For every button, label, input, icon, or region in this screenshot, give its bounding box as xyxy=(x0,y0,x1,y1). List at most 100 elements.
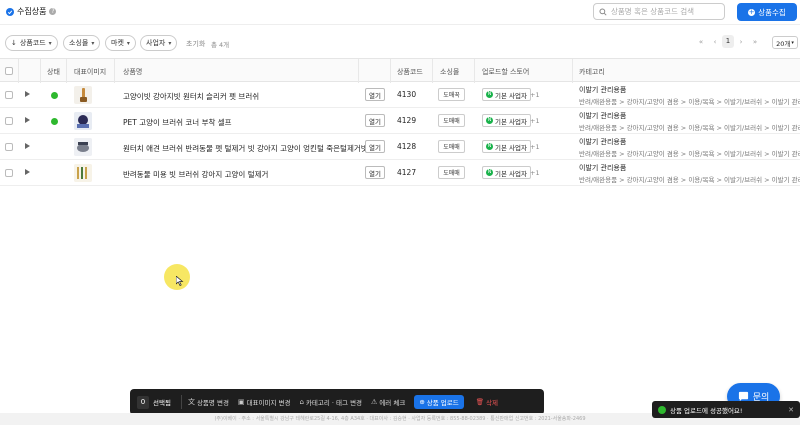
expand-icon[interactable] xyxy=(25,91,30,97)
search-icon xyxy=(599,7,607,16)
product-name[interactable]: 반려동물 미용 빗 브러쉬 강아지 고양이 털제거 xyxy=(123,169,268,180)
upload-store-badge[interactable]: N 기본 사업자 xyxy=(482,88,531,101)
chevron-down-icon: ▾ xyxy=(168,39,172,47)
search-box[interactable] xyxy=(593,3,725,20)
product-code: 4130 xyxy=(397,90,417,99)
product-name[interactable]: 원터치 애견 브러쉬 반려동물 펫 털제거 빗 강아지 고양이 엉킨털 죽은털제… xyxy=(123,143,368,154)
open-button[interactable]: 열기 xyxy=(365,88,385,101)
upload-store-badge[interactable]: N 기본 사업자 xyxy=(482,114,531,127)
category-title: 이발기 관리용품 xyxy=(579,86,627,94)
success-icon xyxy=(658,405,666,414)
category-title: 이발기 관리용품 xyxy=(579,138,627,146)
product-name[interactable]: 고양이빗 강아지빗 원터치 슬리커 펫 브러쉬 xyxy=(123,91,259,102)
table-row[interactable]: 고양이빗 강아지빗 원터치 슬리커 펫 브러쉬 열기 4130 도매꾹 N 기본… xyxy=(0,82,800,108)
row-checkbox[interactable] xyxy=(5,91,13,99)
product-thumbnail xyxy=(74,164,92,182)
product-code: 4129 xyxy=(397,116,417,125)
sort-dropdown[interactable]: ↓ 상품코드 ▾ xyxy=(5,35,58,51)
toast-message: 상품 업로드에 성공했어요! xyxy=(670,406,743,415)
open-button[interactable]: 열기 xyxy=(365,140,385,153)
current-page[interactable]: 1 xyxy=(722,35,734,48)
table-row[interactable]: 원터치 애견 브러쉬 반려동물 펫 털제거 빗 강아지 고양이 엉킨털 죽은털제… xyxy=(0,134,800,160)
filter-chip-label: 사업자 xyxy=(146,39,166,47)
rename-label: 상품명 변경 xyxy=(196,399,229,407)
filter-chip-label: 소싱몰 xyxy=(69,39,89,47)
change-image-button[interactable]: ▣ 대표이미지 변경 xyxy=(238,397,291,407)
open-button[interactable]: 열기 xyxy=(365,166,385,179)
filter-chip-market[interactable]: 마켓 ▾ xyxy=(105,35,136,51)
filter-chip-business[interactable]: 사업자 ▾ xyxy=(140,35,178,51)
change-category-tag-button[interactable]: ⌂ 카테고리 · 태그 변경 xyxy=(299,397,362,407)
collect-product-button[interactable]: + 상품수집 xyxy=(737,3,797,21)
total-count: 총 4개 xyxy=(211,41,230,49)
expand-icon[interactable] xyxy=(25,143,30,149)
expand-icon[interactable] xyxy=(25,117,30,123)
product-name[interactable]: PET 고양이 브러쉬 코너 부착 셀프 xyxy=(123,117,232,128)
top-bar: 수집상품 ? + 상품수집 xyxy=(0,0,800,25)
row-checkbox[interactable] xyxy=(5,117,13,125)
header-sourcing-mall: 소싱몰 xyxy=(440,68,460,76)
image-icon: ▣ xyxy=(237,398,245,406)
row-checkbox[interactable] xyxy=(5,143,13,151)
page-title: 수집상품 ? xyxy=(6,6,57,17)
first-page-icon[interactable]: « xyxy=(694,38,708,46)
collect-product-label: 상품수집 xyxy=(758,7,786,17)
change-category-tag-label: 카테고리 · 태그 변경 xyxy=(305,399,363,407)
pagination: « ‹ 1 › » xyxy=(694,35,762,48)
expand-icon[interactable] xyxy=(25,169,30,175)
store-label: 기본 사업자 xyxy=(495,143,527,152)
search-input[interactable] xyxy=(611,7,721,16)
header-product-code: 상품코드 xyxy=(397,68,423,76)
reset-filters-button[interactable]: 초기화 xyxy=(186,39,205,49)
store-label: 기본 사업자 xyxy=(495,117,527,126)
selected-label: 선택됨 xyxy=(153,399,171,407)
header-upload-store: 업로드할 스토어 xyxy=(482,68,530,76)
upload-store-badge[interactable]: N 기본 사업자 xyxy=(482,166,531,179)
upload-product-button[interactable]: ⊕ 상품 업로드 xyxy=(414,395,464,409)
trash-icon: 🗑 xyxy=(475,398,485,406)
bulk-action-bar: 0 선택됨 文 상품명 변경 ▣ 대표이미지 변경 ⌂ 카테고리 · 태그 변경… xyxy=(130,389,544,415)
close-icon[interactable]: ✕ xyxy=(788,406,794,414)
per-page-select[interactable]: 20개 ▾ xyxy=(772,36,798,49)
select-all-checkbox[interactable] xyxy=(5,67,13,75)
filter-chip-sourcing-mall[interactable]: 소싱몰 ▾ xyxy=(63,35,101,51)
naver-icon: N xyxy=(486,143,493,150)
last-page-icon[interactable]: » xyxy=(748,38,762,46)
store-extra-count: +1 xyxy=(530,169,540,177)
header-image: 대표이미지 xyxy=(74,68,107,76)
status-ok-icon xyxy=(51,118,58,125)
store-extra-count: +1 xyxy=(530,143,540,151)
naver-icon: N xyxy=(486,117,493,124)
product-code: 4128 xyxy=(397,142,417,151)
category-path: 반려/애완용품 > 강아지/고양이 겸용 > 이용/목욕 > 이발기/브러쉬 >… xyxy=(579,124,800,132)
delete-button[interactable]: 🗑 삭제 xyxy=(476,397,498,407)
help-icon[interactable]: ? xyxy=(49,8,57,15)
category-path: 반려/애완용품 > 강아지/고양이 겸용 > 이용/목욕 > 이발기/브러쉬 >… xyxy=(579,98,800,106)
product-code: 4127 xyxy=(397,168,417,177)
product-thumbnail xyxy=(74,86,92,104)
naver-icon: N xyxy=(486,91,493,98)
table-row[interactable]: 반려동물 미용 빗 브러쉬 강아지 고양이 털제거 열기 4127 도매매 N … xyxy=(0,160,800,186)
upload-store-badge[interactable]: N 기본 사업자 xyxy=(482,140,531,153)
filter-chip-label: 마켓 xyxy=(111,39,124,47)
store-label: 기본 사업자 xyxy=(495,169,527,178)
naver-icon: N xyxy=(486,169,493,176)
open-button[interactable]: 열기 xyxy=(365,114,385,127)
per-page-value: 20개 xyxy=(776,39,791,48)
sourcing-mall-badge: 도매꾹 xyxy=(438,88,465,101)
next-page-icon[interactable]: › xyxy=(734,38,748,46)
rename-button[interactable]: 文 상품명 변경 xyxy=(188,397,229,407)
plus-icon: + xyxy=(748,7,756,16)
filter-bar: ↓ 상품코드 ▾ 소싱몰 ▾ 마켓 ▾ 사업자 ▾ 초기화 총 4개 xyxy=(0,33,800,53)
category-path: 반려/애완용품 > 강아지/고양이 겸용 > 이용/목욕 > 이발기/브러쉬 >… xyxy=(579,150,800,158)
status-ok-icon xyxy=(51,92,58,99)
row-checkbox[interactable] xyxy=(5,169,13,177)
prev-page-icon[interactable]: ‹ xyxy=(708,38,722,46)
sort-label: 상품코드 xyxy=(19,39,46,47)
table-row[interactable]: PET 고양이 브러쉬 코너 부착 셀프 열기 4129 도매매 N 기본 사업… xyxy=(0,108,800,134)
sort-arrow-icon: ↓ xyxy=(11,39,17,47)
category-title: 이발기 관리용품 xyxy=(579,112,627,120)
error-check-button[interactable]: ⚠ 에러 체크 xyxy=(371,397,405,407)
category-path: 반려/애완용품 > 강아지/고양이 겸용 > 이용/목욕 > 이발기/브러쉬 >… xyxy=(579,176,800,184)
delete-label: 삭제 xyxy=(486,399,498,407)
